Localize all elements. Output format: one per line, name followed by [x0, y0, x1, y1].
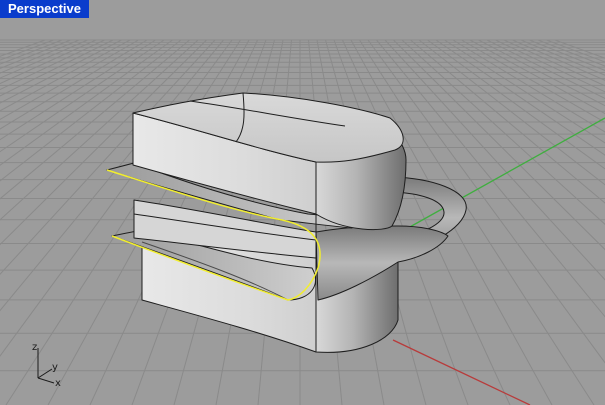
axis-widget-x-label: x — [55, 378, 61, 389]
perspective-viewport[interactable]: z y x Perspective — [0, 0, 605, 405]
axis-widget-z-label: z — [32, 342, 37, 353]
scene-canvas[interactable]: z y x — [0, 0, 605, 405]
axis-widget-y-label: y — [52, 362, 58, 373]
viewport-title[interactable]: Perspective — [0, 0, 89, 18]
